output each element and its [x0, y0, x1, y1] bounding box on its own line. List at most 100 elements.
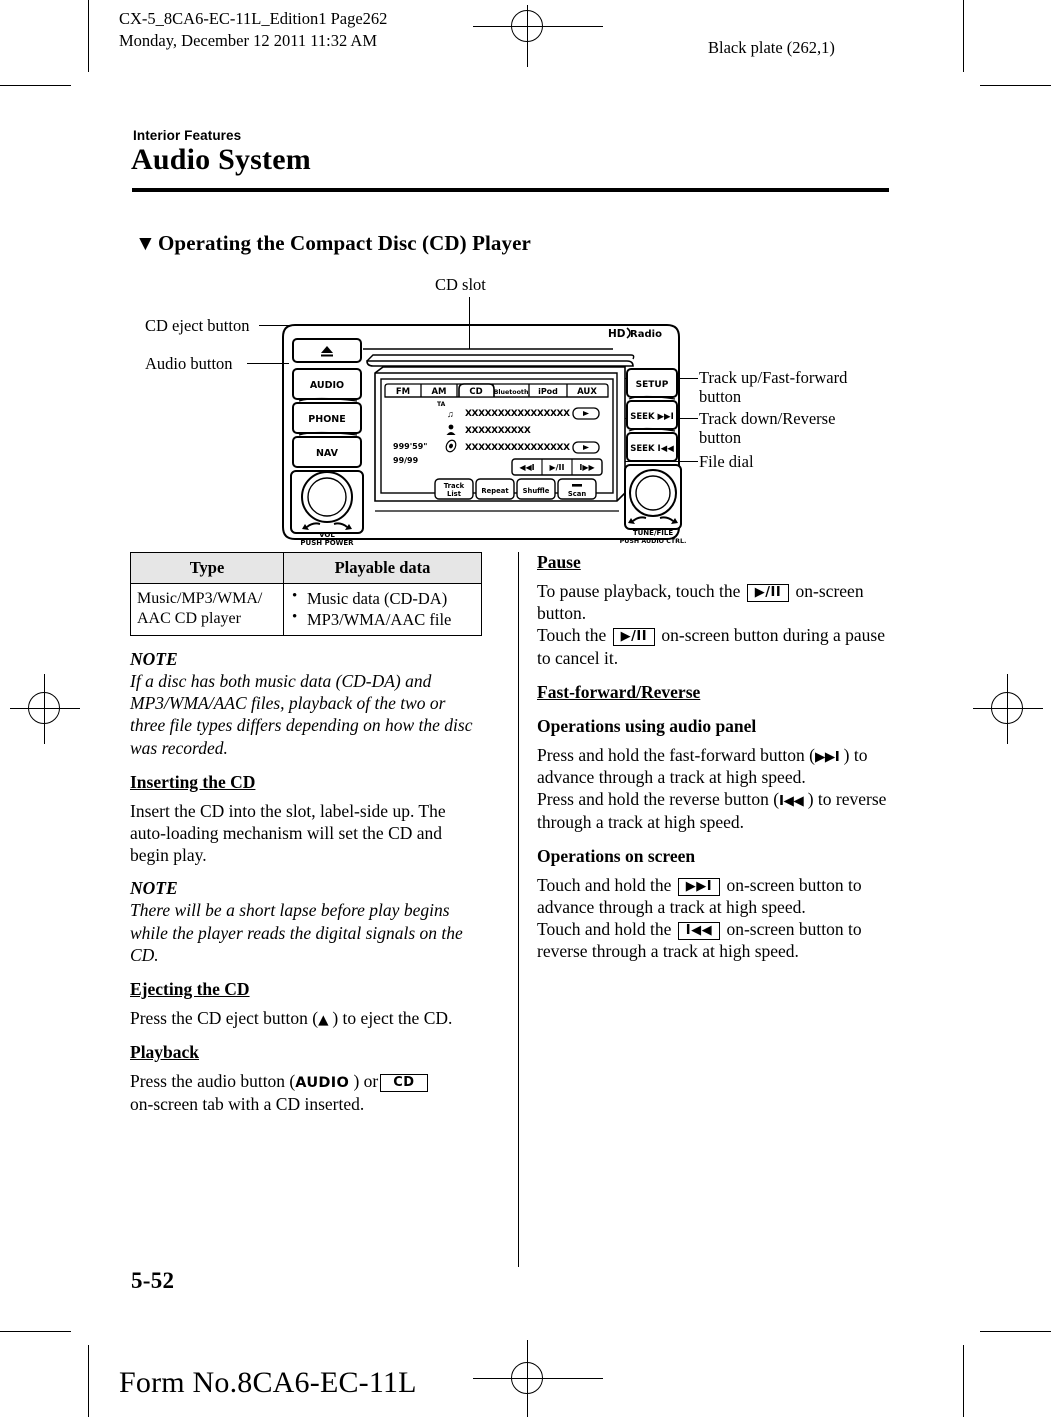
table-row: Music/MP3/WMA/ AAC CD player Music data … [130, 583, 482, 636]
section-kicker: Interior Features [133, 128, 242, 143]
playback-text-1: Press the audio button ( [130, 1071, 296, 1092]
left-column: Type Playable data Music/MP3/WMA/ AAC CD… [130, 552, 485, 1127]
masthead-divider [132, 188, 889, 192]
screen-tab-aux: AUX [577, 387, 597, 397]
paragraph-inserting-the-cd: Insert the CD into the slot, label-side … [130, 800, 446, 866]
panel-power-label: PUSH POWER [300, 539, 354, 547]
subheading-inserting-the-cd: Inserting the CD [130, 771, 256, 792]
screen-elapsed-time: 999'59" [393, 442, 427, 451]
screen-play-pause-button: ▶/II [549, 463, 564, 472]
subheading-operations-using-audio-panel: Operations using audio panel [537, 715, 757, 736]
reverse-glyph: I◀◀ [779, 793, 804, 810]
table-cell-playable: Music data (CD-DA) MP3/WMA/AAC file [283, 583, 482, 636]
registration-mark-bottom [473, 1340, 603, 1417]
subheading-ejecting-the-cd: Ejecting the CD [130, 979, 250, 1000]
subheading-playback: Playback [130, 1042, 200, 1063]
paragraph-playback: Press the audio button (AUDIO ) or CD on-… [130, 1070, 485, 1115]
panel-phone-label: PHONE [308, 414, 345, 425]
crop-mark-bottom-left-horizontal [0, 1331, 71, 1332]
table-cell-type: Music/MP3/WMA/ AAC CD player [130, 583, 284, 636]
subheading-operations-on-screen: Operations on screen [537, 845, 696, 866]
screen-reverse-glyph: I◀◀ [677, 922, 721, 941]
panel-tune-file-label: TUNE/FILE [633, 529, 674, 537]
screen-ta-indicator: TA [437, 401, 446, 408]
registration-mark-top [473, 5, 603, 75]
page-number: 5-52 [131, 1268, 175, 1293]
playback-text-2: ) or [353, 1071, 379, 1092]
screen-text-3: Touch and hold the [537, 919, 672, 940]
panel-vol-label: VOL [319, 531, 335, 539]
panel-audio-ctrl-label: PUSH AUDIO CTRL. [620, 538, 687, 545]
panel-audio-label: AUDIO [310, 380, 344, 391]
list-item: MP3/WMA/AAC file [292, 608, 475, 630]
note-body-2: There will be a short lapse before play … [130, 900, 463, 965]
screen-text-1: Touch and hold the [537, 874, 672, 895]
screen-tab-cd: CD [469, 387, 482, 397]
callout-track-up: Track up/Fast-forward button [699, 368, 848, 407]
pause-text-3: Touch the [537, 625, 607, 646]
eject-text-2: ) to eject the CD. [332, 1008, 453, 1029]
play-pause-glyph-1: ▶/II [746, 584, 790, 602]
subheading-pause: Pause [537, 552, 581, 572]
paragraph-screen-operations: Touch and hold the ▶▶I on-screen button … [537, 874, 895, 963]
paragraph-pause: To pause playback, touch the ▶/II on-scr… [537, 580, 895, 669]
screen-tab-ipod: iPod [538, 387, 558, 396]
registration-mark-left [10, 674, 80, 744]
section-bullet-icon: ▼ [135, 231, 156, 255]
callout-cd-eject-button: CD eject button [145, 316, 250, 335]
hd-radio-label: Radio [630, 329, 662, 340]
panel-seek-forward-label: SEEK ▶▶I [630, 412, 674, 422]
paragraph-ejecting-the-cd: Press the CD eject button (▲ ) to eject … [130, 1007, 485, 1029]
screen-next-track-button: I▶▶ [579, 463, 595, 472]
screen-row2-text: XXXXXXXXXX [465, 426, 531, 436]
svg-text:Track: Track [444, 482, 465, 490]
cd-tab-glyph: CD [380, 1074, 428, 1093]
callout-track-down: Track down/Reverse button [699, 409, 836, 448]
callout-file-dial: File dial [699, 452, 754, 471]
form-number: Form No.8CA6-EC-11L [119, 1366, 417, 1399]
eject-text-1: Press the CD eject button ( [130, 1008, 319, 1029]
svg-text:List: List [447, 490, 462, 498]
screen-tab-am: AM [431, 387, 446, 397]
screen-prev-track-button: ◀◀I [519, 463, 534, 472]
panel-text-1: Press and hold the fast-forward button ( [537, 744, 815, 765]
fast-forward-glyph: ▶▶I [815, 748, 840, 765]
callout-cd-slot: CD slot [435, 275, 486, 294]
screen-fast-forward-glyph: ▶▶I [677, 877, 721, 896]
print-header-right: Black plate (262,1) [708, 38, 835, 57]
screen-row3-text: XXXXXXXXXXXXXXXX [465, 443, 570, 453]
manual-page: CX-5_8CA6-EC-11L_Edition1 Page262 Monday… [0, 0, 1051, 1417]
panel-nav-label: NAV [316, 448, 339, 459]
callout-audio-button: Audio button [145, 354, 233, 373]
table-header-row: Type Playable data [130, 552, 482, 584]
crop-mark-top-left-vertical [88, 0, 89, 72]
crop-mark-bottom-right-vertical [963, 1345, 964, 1417]
screen-track-count: 99/99 [393, 456, 419, 465]
list-item: Music data (CD-DA) [292, 587, 475, 609]
crop-mark-bottom-left-vertical [88, 1345, 89, 1417]
panel-seek-reverse-label: SEEK I◀◀ [630, 444, 674, 454]
panel-text-3: Press and hold the reverse button ( [537, 789, 780, 810]
music-note-icon: ♫ [447, 409, 454, 419]
table-header-type: Type [130, 552, 284, 584]
panel-setup-label: SETUP [636, 380, 669, 390]
svg-text:Repeat: Repeat [481, 487, 509, 495]
screen-tab-bluetooth: Bluetooth [494, 389, 529, 396]
svg-text:Shuffle: Shuffle [523, 487, 550, 495]
svg-text:Scan: Scan [568, 490, 587, 498]
crop-mark-top-right-horizontal [980, 85, 1051, 86]
subheading-fast-forward-reverse: Fast-forward/Reverse [537, 681, 701, 702]
screen-row1-text: XXXXXXXXXXXXXXXX [465, 409, 570, 419]
hd-radio-logo: HD [608, 327, 631, 340]
pause-text-1: To pause playback, touch the [537, 581, 741, 601]
page-title: Audio System [131, 143, 311, 176]
screen-tab-fm: FM [396, 387, 410, 397]
column-divider [518, 552, 519, 1267]
playback-text-3: on-screen tab with a CD inserted. [130, 1093, 365, 1114]
crop-mark-top-right-vertical [963, 0, 964, 72]
audio-button-glyph: AUDIO [295, 1075, 350, 1092]
print-header-left: CX-5_8CA6-EC-11L_Edition1 Page262 Monday… [119, 9, 388, 50]
note-body-1: If a disc has both music data (CD-DA) an… [130, 670, 473, 758]
play-pause-glyph-2: ▶/II [612, 628, 656, 647]
svg-text:HD: HD [608, 328, 626, 340]
